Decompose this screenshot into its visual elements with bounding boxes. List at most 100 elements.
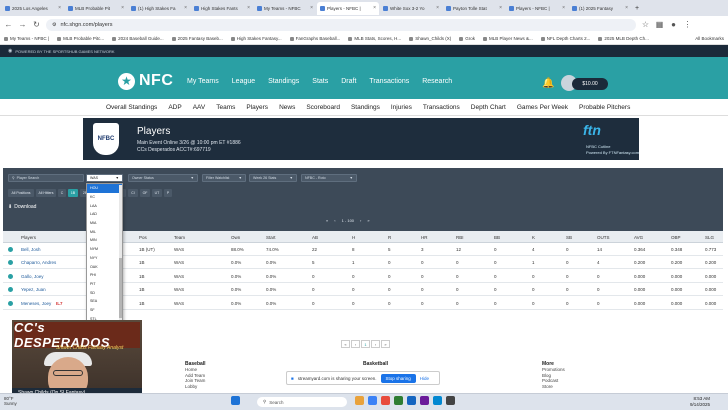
team-option[interactable]: MIA bbox=[87, 219, 122, 228]
browser-tab[interactable]: Players - NFBC | × bbox=[317, 1, 379, 15]
browser-tab[interactable]: Players - NFBC | × bbox=[506, 2, 568, 15]
bookmark-item[interactable]: 2025 MLB Depth Ch... bbox=[598, 36, 649, 41]
column-header[interactable]: SLG bbox=[705, 235, 714, 240]
subnav-link[interactable]: Probable Pitchers bbox=[579, 104, 630, 111]
position-pill[interactable]: All Positions bbox=[8, 189, 34, 197]
site-info-icon[interactable]: ⚙ bbox=[52, 22, 56, 28]
position-pill[interactable]: 1B bbox=[68, 189, 78, 197]
column-header[interactable]: HR bbox=[421, 235, 428, 240]
all-bookmarks-link[interactable]: All Bookmarks bbox=[695, 36, 724, 41]
column-header[interactable]: RBI bbox=[456, 235, 464, 240]
extensions-icon[interactable]: ▦ bbox=[655, 20, 664, 29]
close-icon[interactable]: × bbox=[373, 5, 376, 11]
browser-menu-icon[interactable]: ⋮ bbox=[683, 20, 692, 29]
system-clock[interactable]: 8:53 AM 9/14/2025 bbox=[690, 396, 710, 407]
column-header[interactable]: Start bbox=[266, 235, 276, 240]
stop-sharing-button[interactable]: Stop sharing bbox=[380, 373, 416, 383]
download-button[interactable]: ⬇ Download bbox=[8, 202, 36, 212]
close-icon[interactable]: × bbox=[247, 5, 250, 11]
column-header[interactable]: H bbox=[352, 235, 355, 240]
owner-status-select[interactable]: Owner Status ▼ bbox=[128, 174, 198, 182]
subnav-link[interactable]: Teams bbox=[216, 104, 235, 111]
nav-link[interactable]: Research bbox=[422, 78, 452, 85]
add-player-icon[interactable] bbox=[8, 274, 13, 279]
bookmark-item[interactable]: My Teams - NFBC | bbox=[4, 36, 49, 41]
forward-icon[interactable]: → bbox=[18, 20, 27, 29]
column-header[interactable]: OBP bbox=[671, 235, 681, 240]
close-icon[interactable]: × bbox=[184, 5, 187, 11]
team-option[interactable]: LAD bbox=[87, 210, 122, 219]
position-pill[interactable]: C bbox=[58, 189, 66, 197]
new-tab-icon[interactable]: + bbox=[632, 5, 642, 12]
nav-link[interactable]: My Teams bbox=[187, 78, 219, 85]
close-icon[interactable]: × bbox=[310, 5, 313, 11]
browser-tab[interactable]: Payton Tolle Stat × bbox=[443, 2, 505, 15]
settings-icon[interactable] bbox=[446, 396, 455, 405]
close-icon[interactable]: × bbox=[58, 5, 61, 11]
player-search-input[interactable]: ⚲ Player Search bbox=[8, 174, 84, 182]
weather-widget[interactable]: 80°F Sunny bbox=[4, 396, 17, 406]
column-header[interactable]: SB bbox=[566, 235, 572, 240]
add-player-icon[interactable] bbox=[8, 287, 13, 292]
position-pill[interactable]: OF bbox=[140, 189, 150, 197]
url-input[interactable]: ⚙ nfc.shgn.com/players bbox=[46, 18, 636, 31]
word-icon[interactable] bbox=[407, 396, 416, 405]
add-player-icon[interactable] bbox=[8, 260, 13, 265]
column-header[interactable]: Players bbox=[21, 235, 36, 240]
nfc-logo[interactable]: ★ NFC bbox=[118, 72, 173, 90]
file-explorer-icon[interactable] bbox=[355, 396, 364, 405]
next-page-icon[interactable]: › bbox=[360, 218, 361, 223]
bookmark-item[interactable]: NFL Depth Charts 2... bbox=[540, 36, 590, 41]
player-name-link[interactable]: Chaparro, Andres bbox=[21, 260, 56, 265]
hide-link[interactable]: Hide bbox=[420, 376, 429, 381]
profile-icon[interactable]: ● bbox=[669, 20, 678, 29]
edge-icon[interactable] bbox=[368, 396, 377, 405]
browser-tab[interactable]: MLB Probable Pit × bbox=[65, 2, 127, 15]
column-header[interactable]: K bbox=[532, 235, 535, 240]
bookmark-item[interactable]: Shawn_Childs (X) bbox=[409, 36, 451, 41]
add-player-icon[interactable] bbox=[8, 247, 13, 252]
outlook-icon[interactable] bbox=[433, 396, 442, 405]
team-option[interactable]: LAA bbox=[87, 201, 122, 210]
subnav-link[interactable]: Depth Chart bbox=[471, 104, 506, 111]
team-option[interactable]: SF bbox=[87, 306, 122, 315]
subnav-link[interactable]: Games Per Week bbox=[517, 104, 568, 111]
player-name-link[interactable]: Meneses, Joey bbox=[21, 301, 51, 306]
excel-icon[interactable] bbox=[394, 396, 403, 405]
browser-tab[interactable]: White Sox 3-2 Yo × bbox=[380, 2, 442, 15]
taskbar-search[interactable]: ⚲ Search bbox=[257, 397, 347, 407]
player-name-link[interactable]: Gallo, Joey bbox=[21, 274, 44, 279]
subnav-link[interactable]: Transactions bbox=[423, 104, 460, 111]
page-1-button[interactable]: 1 bbox=[361, 340, 370, 348]
close-icon[interactable]: × bbox=[625, 5, 628, 11]
bookmark-item[interactable]: 2024 Baseball Guide... bbox=[112, 36, 164, 41]
close-icon[interactable]: × bbox=[436, 5, 439, 11]
team-option[interactable]: SD bbox=[87, 288, 122, 297]
first-page-button[interactable]: « bbox=[341, 340, 350, 348]
watchlist-select[interactable]: Filter Watchlist ▼ bbox=[202, 174, 246, 182]
subnav-link[interactable]: Overall Standings bbox=[106, 104, 157, 111]
browser-tab[interactable]: (1) 2025 Fantasy × bbox=[569, 2, 631, 15]
bookmark-item[interactable]: High Stakes Fantasy... bbox=[230, 36, 282, 41]
column-header[interactable]: AVG bbox=[634, 235, 643, 240]
reload-icon[interactable]: ↻ bbox=[32, 20, 41, 29]
windows-start-icon[interactable] bbox=[231, 396, 240, 405]
position-pill[interactable]: UT bbox=[152, 189, 162, 197]
balance-badge[interactable]: $10.00 bbox=[572, 78, 608, 90]
first-page-icon[interactable]: « bbox=[326, 218, 328, 223]
bell-icon[interactable]: 🔔 bbox=[542, 78, 554, 89]
stat-period-select[interactable]: Week 26 Stats ▼ bbox=[249, 174, 297, 182]
browser-tab[interactable]: High Stakes Fants × bbox=[191, 2, 253, 15]
bookmark-item[interactable]: MLB Probable Pitc... bbox=[57, 36, 104, 41]
last-page-button[interactable]: » bbox=[381, 340, 390, 348]
team-option[interactable]: MIL bbox=[87, 227, 122, 236]
prev-page-icon[interactable]: ‹ bbox=[334, 218, 335, 223]
subnav-link[interactable]: News bbox=[279, 104, 295, 111]
prev-page-button[interactable]: ‹ bbox=[351, 340, 360, 348]
team-option[interactable]: SEA bbox=[87, 297, 122, 306]
browser-tab[interactable]: My Teams - NFBC × bbox=[254, 2, 316, 15]
close-icon[interactable]: × bbox=[562, 5, 565, 11]
bookmark-item[interactable]: Grok bbox=[459, 36, 475, 41]
team-option[interactable]: NYY bbox=[87, 254, 122, 263]
browser-tab[interactable]: 2025 Los Angeles × bbox=[2, 2, 64, 15]
